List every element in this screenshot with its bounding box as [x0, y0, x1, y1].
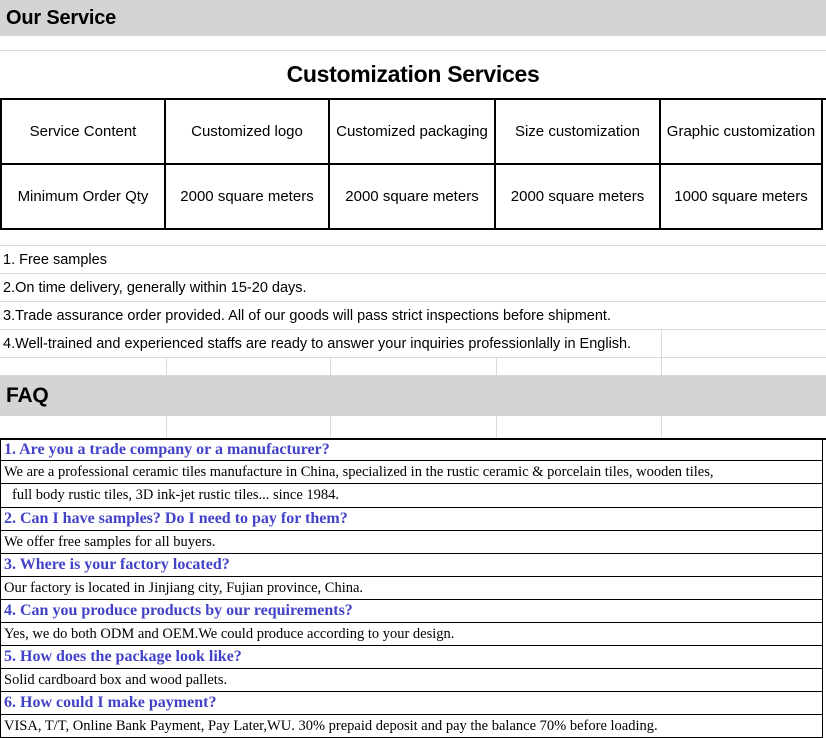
- section-header-our-service-label: Our Service: [6, 6, 117, 29]
- faq-question-5-text: 5. How does the package look like?: [4, 648, 242, 665]
- customization-data-cell: 1000 square meters: [661, 165, 823, 230]
- faq-answer-1a: We are a professional ceramic tiles manu…: [0, 461, 823, 484]
- customization-header-row: Service Content Customized logo Customiz…: [0, 100, 823, 165]
- faq-answer-1b-text: full body rustic tiles, 3D ink-jet rusti…: [12, 487, 340, 503]
- faq-answer-1a-text: We are a professional ceramic tiles manu…: [4, 463, 714, 480]
- section-header-faq-label: FAQ: [6, 384, 49, 407]
- customization-header-cell: Graphic customization: [661, 100, 823, 165]
- feature-line-1: 1. Free samples: [0, 246, 826, 274]
- grid-col-sep: [330, 358, 331, 375]
- grid-col-sep: [330, 416, 331, 438]
- faq-question-1: 1. Are you a trade company or a manufact…: [0, 440, 823, 461]
- grid-col-sep: [166, 416, 167, 438]
- grid-spacer-row-3: [0, 358, 826, 376]
- faq-question-6-text: 6. How could I make payment?: [4, 694, 217, 711]
- faq-answer-3a-text: Our factory is located in Jinjiang city,…: [4, 579, 364, 596]
- customization-data-row: Minimum Order Qty 2000 square meters 200…: [0, 165, 823, 230]
- grid-col-sep: [496, 416, 497, 438]
- customization-header-cell: Service Content: [0, 100, 166, 165]
- faq-question-2: 2. Can I have samples? Do I need to pay …: [0, 508, 823, 531]
- grid-empty-cell-right: [661, 330, 826, 358]
- customization-header-cell: Customized logo: [166, 100, 330, 165]
- customization-header-cell: Size customization: [496, 100, 661, 165]
- grid-spacer-row-1: [0, 36, 826, 51]
- feature-line-4-text: 4.Well-trained and experienced staffs ar…: [3, 335, 632, 352]
- faq-question-3: 3. Where is your factory located?: [0, 554, 823, 577]
- customization-title-row: Customization Services: [0, 51, 826, 100]
- faq-answer-2a-text: We offer free samples for all buyers.: [4, 533, 216, 550]
- grid-spacer-row-2: [0, 230, 826, 246]
- faq-question-6: 6. How could I make payment?: [0, 692, 823, 715]
- faq-answer-4a: Yes, we do both ODM and OEM.We could pro…: [0, 623, 823, 646]
- grid-col-sep: [661, 358, 662, 375]
- faq-answer-6a-text: VISA, T/T, Online Bank Payment, Pay Late…: [4, 717, 658, 734]
- faq-answer-3a: Our factory is located in Jinjiang city,…: [0, 577, 823, 600]
- feature-line-2: 2.On time delivery, generally within 15-…: [0, 274, 826, 302]
- faq-question-4: 4. Can you produce products by our requi…: [0, 600, 823, 623]
- faq-answer-5a: Solid cardboard box and wood pallets.: [0, 669, 823, 692]
- section-header-our-service: Our Service: [0, 0, 826, 36]
- faq-answer-4a-text: Yes, we do both ODM and OEM.We could pro…: [4, 625, 455, 642]
- faq-question-5: 5. How does the package look like?: [0, 646, 823, 669]
- grid-spacer-row-4: [0, 416, 826, 440]
- faq-answer-1b: full body rustic tiles, 3D ink-jet rusti…: [0, 484, 823, 508]
- faq-question-3-text: 3. Where is your factory located?: [4, 556, 230, 573]
- feature-line-2-text: 2.On time delivery, generally within 15-…: [3, 279, 307, 296]
- customization-data-cell: 2000 square meters: [496, 165, 661, 230]
- grid-col-sep: [661, 416, 662, 438]
- customization-data-cell: 2000 square meters: [166, 165, 330, 230]
- faq-answer-6a: VISA, T/T, Online Bank Payment, Pay Late…: [0, 715, 823, 738]
- customization-data-cell: 2000 square meters: [330, 165, 496, 230]
- customization-data-cell: Minimum Order Qty: [0, 165, 166, 230]
- faq-question-2-text: 2. Can I have samples? Do I need to pay …: [4, 510, 348, 527]
- grid-col-sep: [496, 358, 497, 375]
- feature-line-3-text: 3.Trade assurance order provided. All of…: [3, 307, 611, 324]
- grid-col-sep: [166, 358, 167, 375]
- faq-answer-2a: We offer free samples for all buyers.: [0, 531, 823, 554]
- faq-answer-5a-text: Solid cardboard box and wood pallets.: [4, 671, 228, 688]
- section-header-faq: FAQ: [0, 376, 826, 416]
- spreadsheet-page: Our Service Customization Services Servi…: [0, 0, 826, 738]
- faq-question-4-text: 4. Can you produce products by our requi…: [4, 602, 353, 619]
- customization-header-cell: Customized packaging: [330, 100, 496, 165]
- feature-line-4: 4.Well-trained and experienced staffs ar…: [0, 330, 661, 358]
- feature-line-1-text: 1. Free samples: [3, 251, 107, 268]
- feature-line-3: 3.Trade assurance order provided. All of…: [0, 302, 826, 330]
- customization-title: Customization Services: [286, 61, 540, 87]
- faq-question-1-text: 1. Are you a trade company or a manufact…: [4, 441, 330, 458]
